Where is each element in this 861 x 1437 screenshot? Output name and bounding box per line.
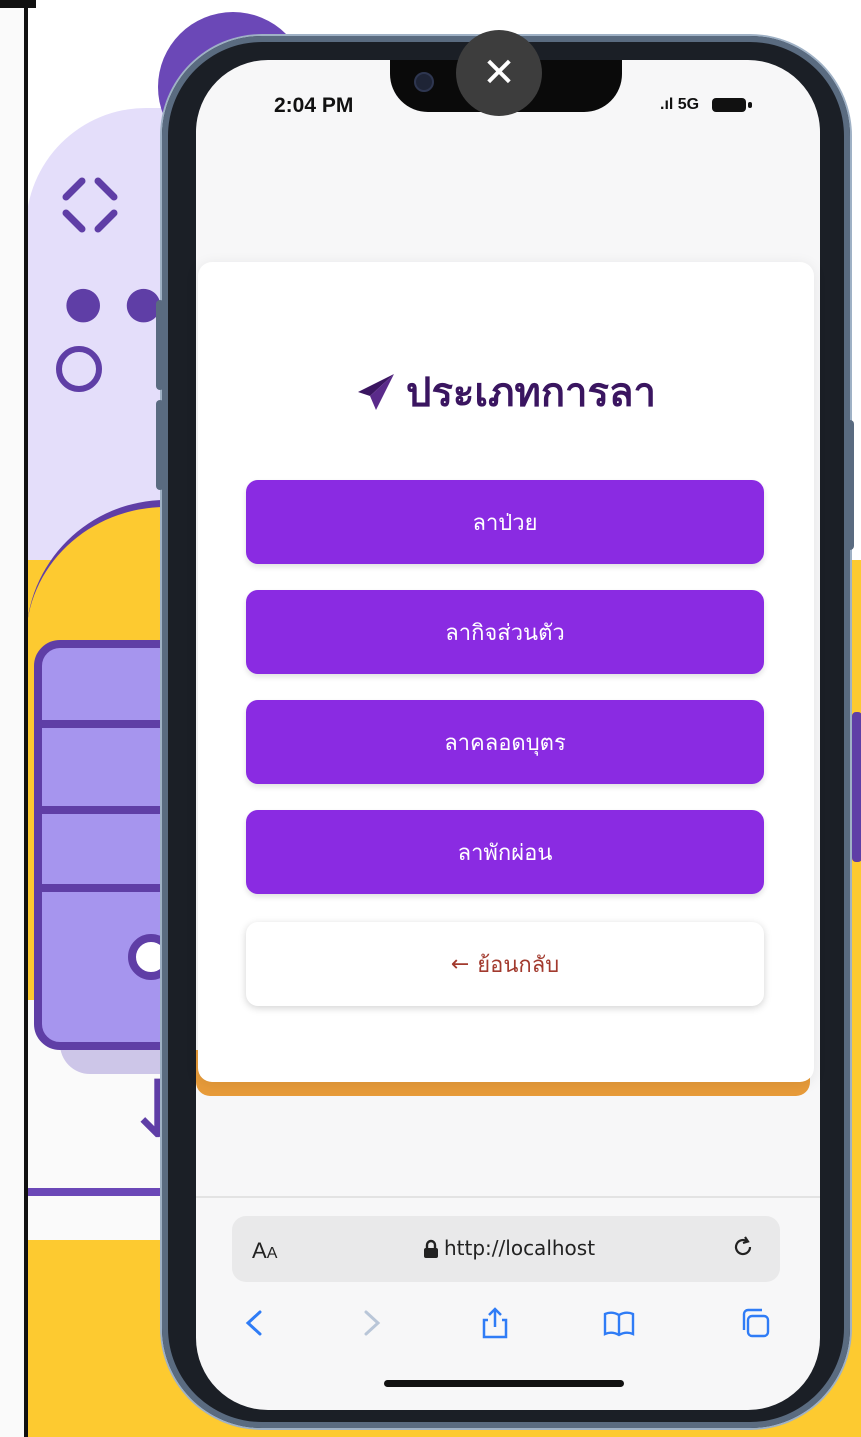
signal-indicator: .ıl 5G xyxy=(660,96,699,114)
network-label: 5G xyxy=(677,96,700,113)
close-button[interactable]: ✕ xyxy=(456,30,542,116)
phone-power-button xyxy=(846,420,854,550)
maternity-leave-button[interactable]: ลาคลอดบุตร xyxy=(246,700,764,784)
page-title-text: ประเภทการลา xyxy=(406,370,656,416)
home-indicator xyxy=(384,1380,624,1387)
diamond-icon xyxy=(62,177,118,233)
phone-side-button xyxy=(156,300,164,390)
personal-leave-button[interactable]: ลากิจส่วนตัว xyxy=(246,590,764,674)
ring-icon xyxy=(56,346,102,392)
close-icon: ✕ xyxy=(482,50,516,96)
paper-plane-icon xyxy=(358,374,395,410)
tabs-icon[interactable] xyxy=(738,1306,772,1340)
back-arrow-icon: ← xyxy=(450,951,470,977)
front-camera xyxy=(414,72,434,92)
url-text[interactable]: http://localhost xyxy=(444,1236,595,1260)
back-button[interactable]: ← ย้อนกลับ xyxy=(246,922,764,1006)
battery-icon xyxy=(712,98,746,112)
phone-side-button xyxy=(156,400,164,490)
right-bar-decoration xyxy=(852,712,861,862)
left-frame xyxy=(0,0,28,1437)
vacation-leave-button[interactable]: ลาพักผ่อน xyxy=(246,810,764,894)
back-chevron-icon[interactable] xyxy=(238,1306,272,1340)
reload-icon[interactable] xyxy=(730,1234,756,1260)
back-button-label: ย้อนกลับ xyxy=(477,952,560,978)
text-size-large: A xyxy=(252,1238,267,1263)
toolbar-divider xyxy=(196,1196,820,1198)
lock-icon xyxy=(424,1239,438,1258)
page-title: ประเภทการลา xyxy=(198,362,814,422)
signal-bars-icon: .ıl xyxy=(660,96,678,113)
forward-chevron-icon[interactable] xyxy=(354,1306,388,1340)
bookmarks-icon[interactable] xyxy=(602,1306,636,1340)
sick-leave-button[interactable]: ลาป่วย xyxy=(246,480,764,564)
share-icon[interactable] xyxy=(478,1306,512,1340)
text-size-button[interactable]: AA xyxy=(252,1238,277,1264)
status-time: 2:04 PM xyxy=(274,94,354,117)
battery-cap xyxy=(748,102,752,108)
text-size-small: A xyxy=(266,1245,278,1262)
